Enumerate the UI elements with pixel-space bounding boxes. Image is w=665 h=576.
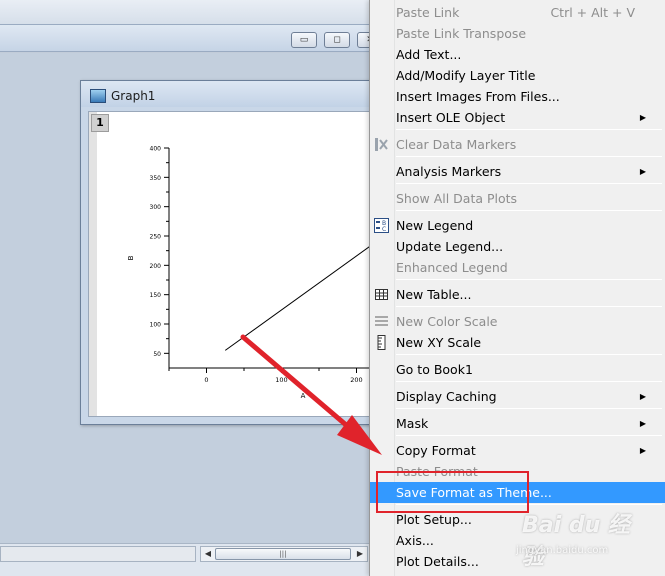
menu-separator [396,183,662,184]
watermark-url: jingyan.baidu.com [516,545,609,556]
xy-scale-icon [374,335,389,350]
y-tick-label: 200 [150,263,162,270]
menu-item-analysis-markers[interactable]: Analysis Markers ▶ [370,161,665,182]
graph-page[interactable]: 1 501001502002503003504000100200300AB [88,111,375,418]
annotation-highlight-box [376,471,529,513]
clear-markers-icon [374,137,389,152]
y-tick-label: 100 [150,322,162,329]
menu-separator [396,354,662,355]
menu-item-label: Copy Format [396,443,476,458]
menu-item-label: Clear Data Markers [396,137,517,152]
menu-item-insert-images[interactable]: Insert Images From Files... [370,86,665,107]
menu-item-label: New XY Scale [396,335,482,350]
legend-icon: BC [374,218,389,233]
scroll-left-icon[interactable]: ◀ [201,547,215,561]
menu-item-paste-link: Paste Link Ctrl + Alt + V [370,2,665,23]
plot-area[interactable]: 501001502002503003504000100200300AB [89,112,375,418]
menu-item-copy-format[interactable]: Copy Format ▶ [370,440,665,461]
menu-item-display-caching[interactable]: Display Caching ▶ [370,386,665,407]
menu-item-label: New Color Scale [396,314,498,329]
menu-separator [396,306,662,307]
restore-icon[interactable]: ◻ [324,32,350,48]
y-tick-label: 250 [150,234,162,241]
submenu-arrow-icon: ▶ [639,446,646,455]
menu-item-label: Paste Link [396,5,460,20]
color-scale-icon [374,314,389,329]
workspace-top-strip [0,0,370,24]
x-tick-label: 0 [204,376,208,384]
menu-item-add-text[interactable]: Add Text... [370,44,665,65]
y-tick-label: 400 [150,146,162,153]
menu-item-label: Update Legend... [396,239,504,254]
menu-separator [396,279,662,280]
menu-item-label: Show All Data Plots [396,191,518,206]
menu-item-label: New Table... [396,287,472,302]
submenu-arrow-icon: ▶ [639,113,646,122]
menu-item-go-to-book1[interactable]: Go to Book1 [370,359,665,380]
y-tick-label: 50 [153,351,161,358]
menu-item-insert-ole[interactable]: Insert OLE Object ▶ [370,107,665,128]
mdi-window-titlebar: ▭ ◻ ✕ [0,24,383,52]
menu-item-new-table[interactable]: New Table... [370,284,665,305]
menu-item-label: Insert Images From Files... [396,89,560,104]
menu-item-clear-data-markers: Clear Data Markers [370,134,665,155]
menu-item-label: Insert OLE Object [396,110,506,125]
menu-separator [396,408,662,409]
submenu-arrow-icon: ▶ [639,392,646,401]
menu-item-shortcut: Ctrl + Alt + V [550,5,635,20]
graph-window-titlebar[interactable]: Graph1 [81,81,379,107]
x-tick-label: 100 [275,376,287,384]
submenu-arrow-icon: ▶ [639,419,646,428]
watermark: Bai du 经验 jingyan.baidu.com [510,505,650,570]
table-icon [374,287,389,302]
menu-item-new-color-scale: New Color Scale [370,311,665,332]
menu-separator [396,435,662,436]
scroll-right-icon[interactable]: ▶ [353,547,367,561]
menu-separator [396,381,662,382]
menu-separator [396,156,662,157]
left-scroll-pane [0,546,196,562]
menu-item-label: Display Caching [396,389,497,404]
menu-item-label: Analysis Markers [396,164,502,179]
menu-item-label: Plot Details... [396,554,479,569]
minimize-icon[interactable]: ▭ [291,32,317,48]
scroll-thumb[interactable]: ||| [215,548,351,560]
menu-item-new-legend[interactable]: B C New Legend [370,215,665,236]
menu-item-label: Paste Link Transpose [396,26,527,41]
y-tick-label: 150 [150,292,162,299]
menu-item-label: Axis... [396,533,434,548]
graph-window-title: Graph1 [111,89,156,103]
menu-item-paste-link-transpose: Paste Link Transpose [370,23,665,44]
watermark-brand: Bai du 经验 [522,513,630,570]
svg-text:C: C [382,226,386,233]
menu-item-new-xy-scale[interactable]: New XY Scale [370,332,665,353]
menu-item-label: Mask [396,416,429,431]
menu-item-label: Add/Modify Layer Title [396,68,536,83]
menu-item-show-all-data-plots: Show All Data Plots [370,188,665,209]
graph-window-icon [90,89,106,103]
menu-separator [396,129,662,130]
bottom-scroll-bar-area: ◀ ||| ▶ [0,543,370,576]
series-line [224,242,375,351]
y-tick-label: 350 [150,175,162,182]
menu-item-mask[interactable]: Mask ▶ [370,413,665,434]
menu-item-label: New Legend [396,218,474,233]
menu-item-update-legend[interactable]: Update Legend... [370,236,665,257]
menu-separator [396,210,662,211]
menu-item-label: Go to Book1 [396,362,473,377]
x-axis-title: A [301,392,306,400]
graph-window[interactable]: Graph1 1 5010015020025030035040001002003… [80,80,380,425]
horizontal-scrollbar[interactable]: ◀ ||| ▶ [200,546,368,562]
y-tick-label: 300 [150,204,162,211]
menu-item-add-modify-layer-title[interactable]: Add/Modify Layer Title [370,65,665,86]
menu-item-label: Enhanced Legend [396,260,508,275]
y-axis-title: B [127,255,135,260]
submenu-arrow-icon: ▶ [639,167,646,176]
x-tick-label: 200 [350,376,362,384]
menu-item-enhanced-legend: Enhanced Legend [370,257,665,278]
menu-item-label: Add Text... [396,47,462,62]
